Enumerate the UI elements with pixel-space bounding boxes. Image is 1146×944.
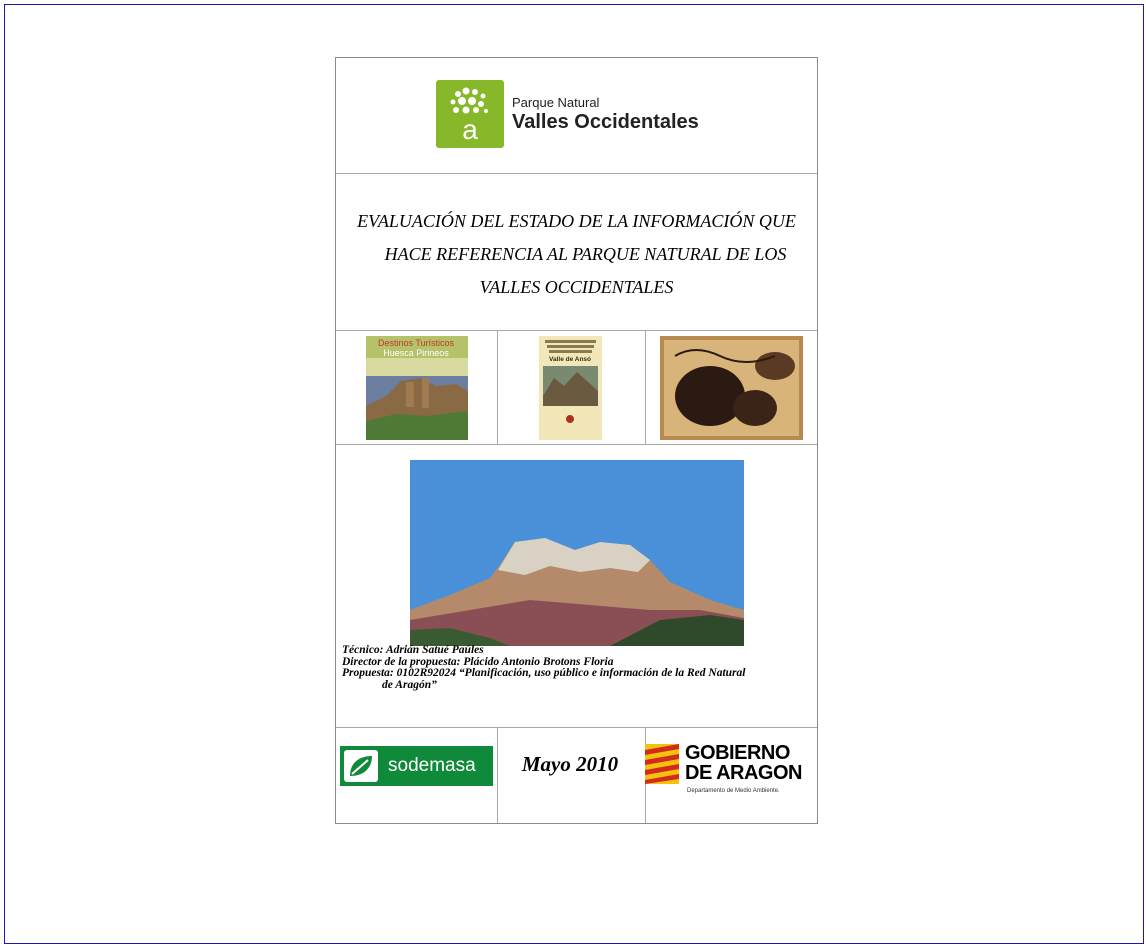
park-name: Parque Natural Valles Occidentales [512, 95, 699, 134]
park-logo: a Parque Natural Valles Occidentales [436, 80, 699, 148]
sodemasa-logo: sodemasa [340, 746, 493, 786]
logo-letter: a [462, 114, 478, 145]
gobierno-department: Departamento de Medio Ambiente. [687, 788, 780, 794]
credit-propuesta-line1: Propuesta: 0102R92024 “Planificación, us… [342, 667, 746, 679]
photo-row: Técnico: Adrián Satué Paúles Director de… [336, 445, 817, 728]
gobierno-line2: DE ARAGON [685, 762, 802, 784]
title-line1: EVALUACIÓN DEL ESTADO DE LA INFORMACIÓN … [357, 211, 796, 231]
sodemasa-name: sodemasa [388, 755, 476, 776]
brochure-destinos-line2: Huesca Pirineos [383, 348, 449, 358]
title-line3: VALLES OCCIDENTALES [479, 277, 674, 297]
title-line2: HACE REFERENCIA AL PARQUE NATURAL DE LOS [384, 244, 787, 264]
footer-row: sodemasa Mayo 2010 GOBIERNO DE ARAGON De… [336, 728, 817, 823]
document-title: EVALUACIÓN DEL ESTADO DE LA INFORMACIÓN … [340, 205, 813, 304]
document-date: Mayo 2010 [521, 752, 619, 776]
brochure-destinos-image: Destinos Turísticos Huesca Pirineos [366, 336, 468, 440]
gobierno-aragon-logo: GOBIERNO DE ARAGON Departamento de Medio… [645, 742, 819, 808]
brochure-destinos-line1: Destinos Turísticos [378, 338, 455, 348]
credit-tecnico: Técnico: Adrián Satué Paúles [342, 644, 484, 656]
mountain-photo [410, 460, 744, 646]
thumbnails-row: Destinos Turísticos Huesca Pirineos Vall… [336, 331, 817, 445]
park-logo-icon: a [436, 80, 504, 148]
gobierno-line1: GOBIERNO [685, 742, 790, 764]
aragon-flag-icon [645, 744, 679, 784]
credits-block: Técnico: Adrián Satué Paúles Director de… [342, 644, 746, 691]
header-row: a Parque Natural Valles Occidentales [336, 58, 817, 174]
brochure-anso-image: Valle de Ansó [539, 336, 602, 440]
title-row: EVALUACIÓN DEL ESTADO DE LA INFORMACIÓN … [336, 174, 817, 331]
park-name-line1: Parque Natural [512, 94, 600, 110]
brochure-anso-title: Valle de Ansó [549, 356, 591, 363]
cover-page: a Parque Natural Valles Occidentales EVA… [335, 57, 818, 824]
park-name-line2: Valles Occidentales [512, 110, 699, 133]
chocolate-poster-image [660, 336, 803, 440]
credit-propuesta-line2: de Aragón” [382, 678, 437, 691]
sodemasa-leaf-icon [344, 750, 378, 782]
